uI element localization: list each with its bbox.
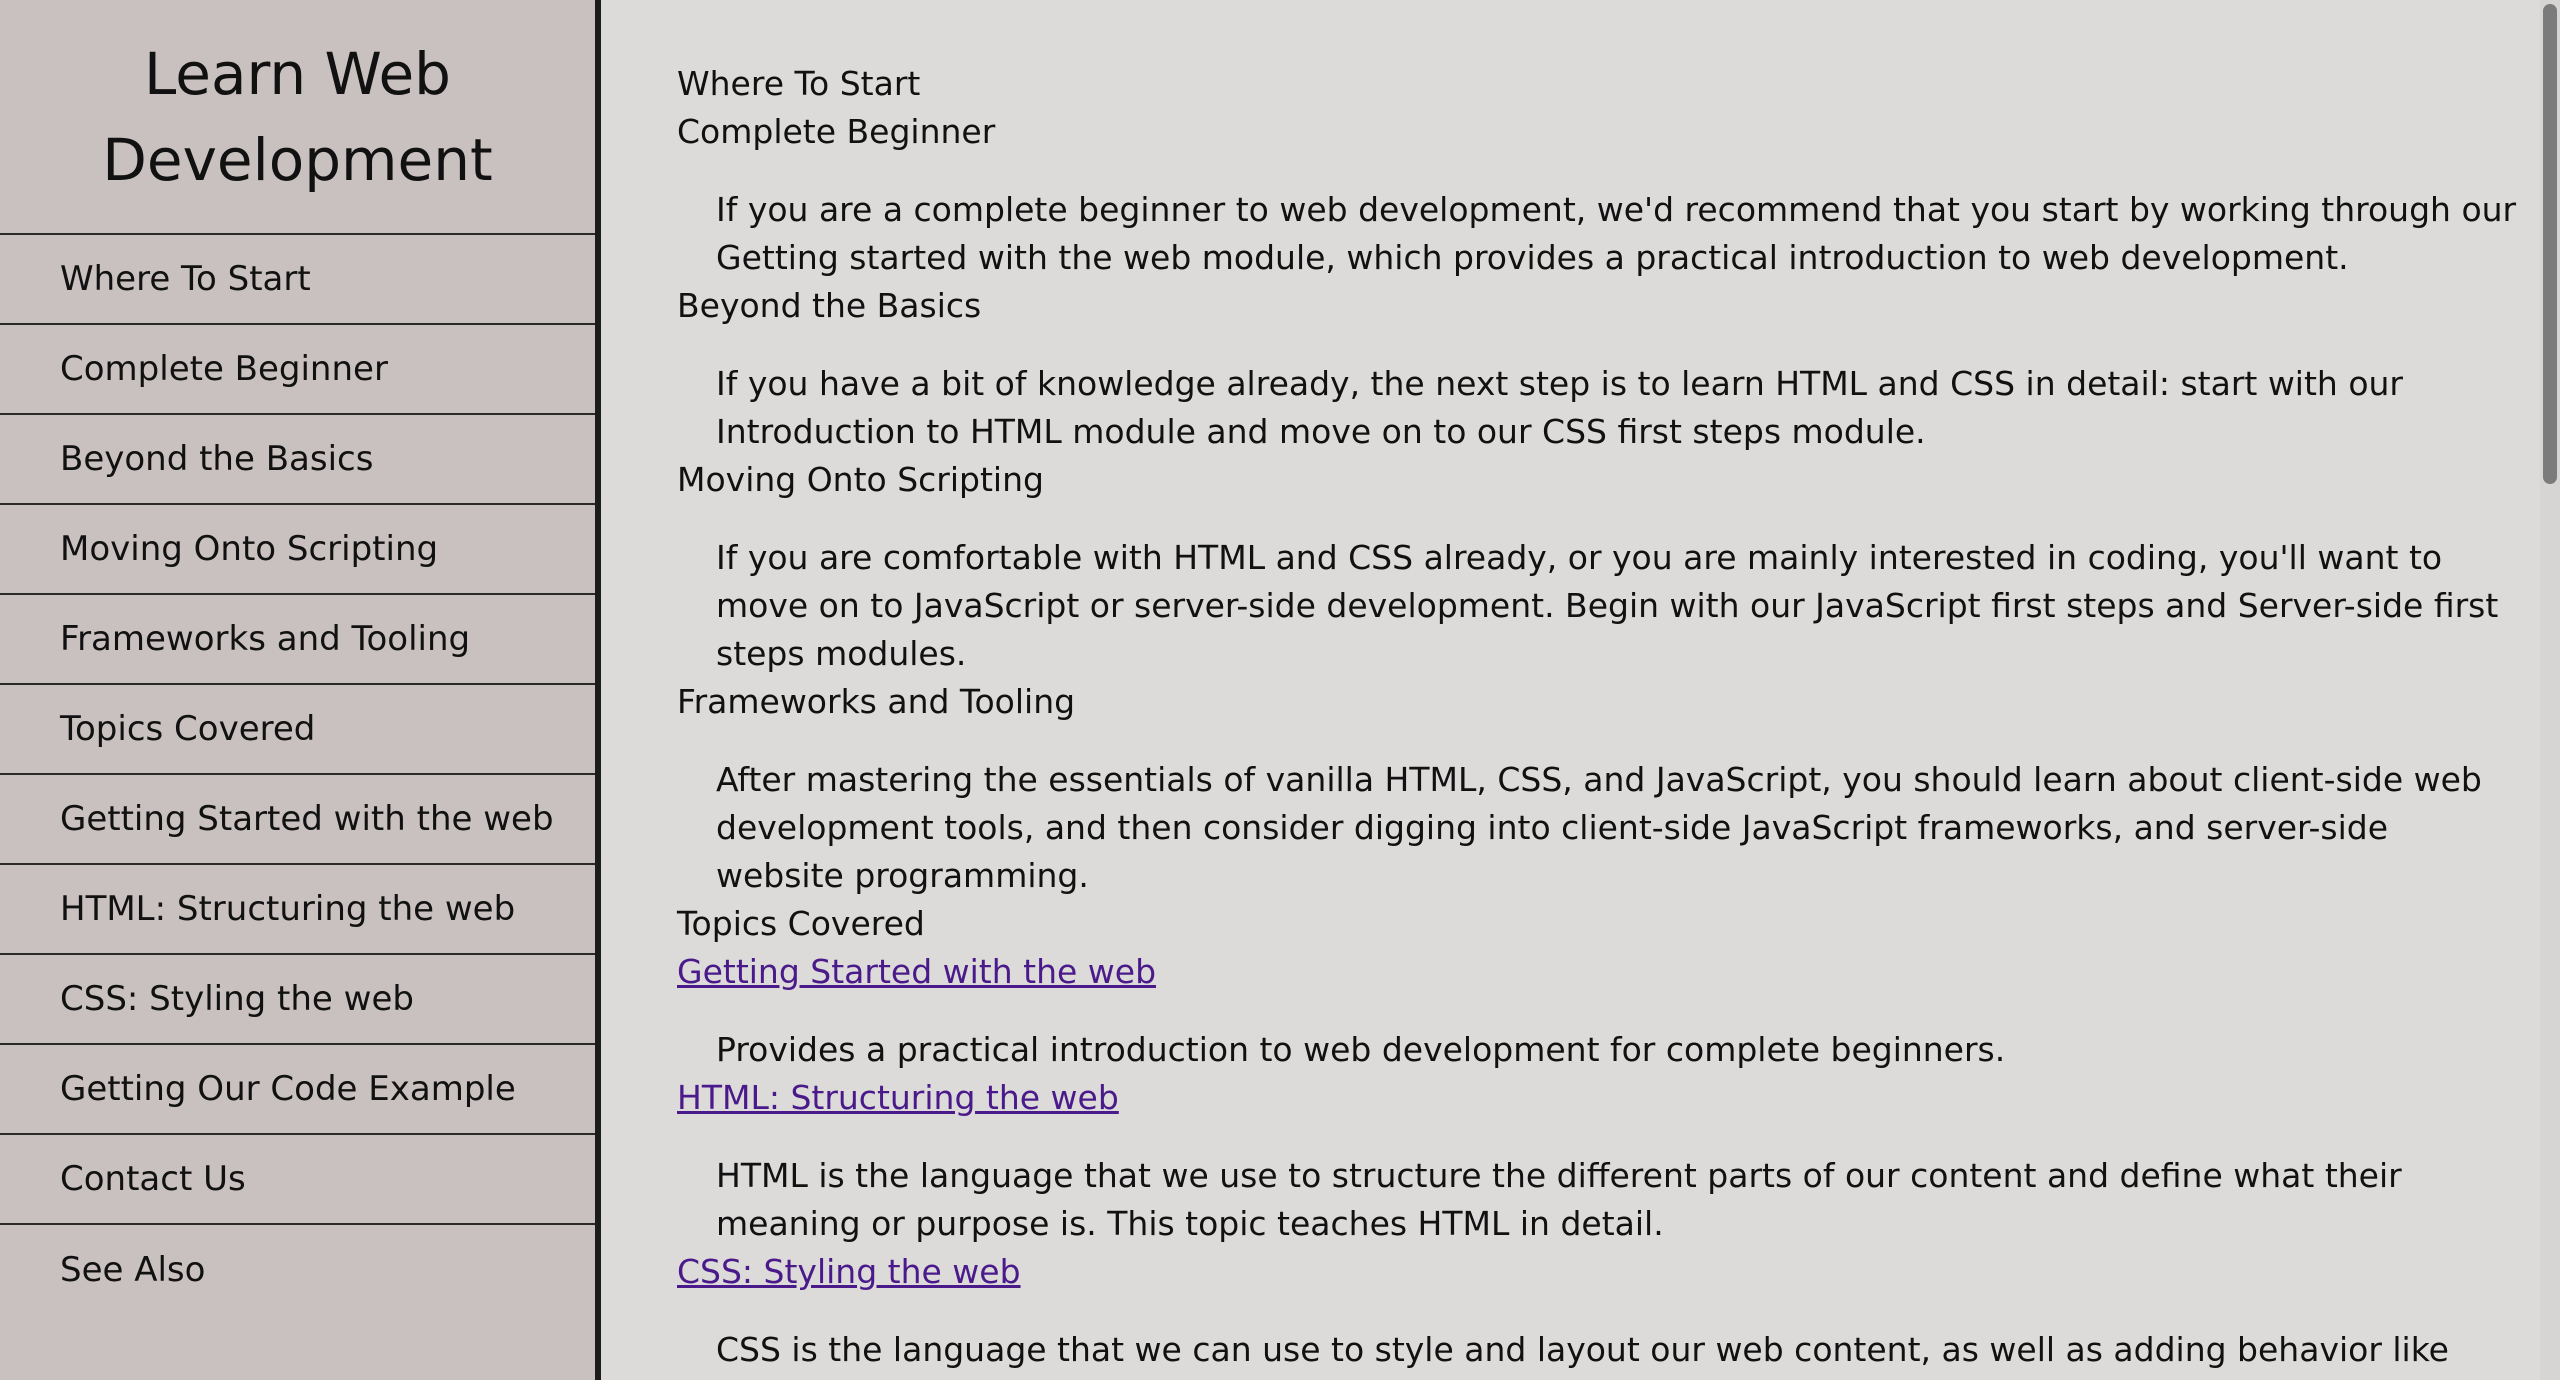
topic-link-html[interactable]: HTML: Structuring the web <box>677 1074 2517 1122</box>
sidebar-item-getting-started[interactable]: Getting Started with the web <box>0 775 595 865</box>
sidebar-item-css[interactable]: CSS: Styling the web <box>0 955 595 1045</box>
topic-link-css[interactable]: CSS: Styling the web <box>677 1248 2517 1296</box>
vertical-scrollbar[interactable] <box>2540 0 2560 1380</box>
sidebar-item-where-to-start[interactable]: Where To Start <box>0 235 595 325</box>
sidebar-item-see-also[interactable]: See Also <box>0 1225 595 1315</box>
page: Learn Web Development Where To Start Com… <box>0 0 2560 1380</box>
frameworks-text: After mastering the essentials of vanill… <box>716 760 2482 895</box>
main-content: Where To Start Complete Beginner If you … <box>677 60 2517 1374</box>
sidebar: Learn Web Development Where To Start Com… <box>0 0 601 1380</box>
topic-description: Provides a practical introduction to web… <box>716 1030 2006 1069</box>
frameworks-heading: Frameworks and Tooling <box>677 682 1076 721</box>
moving-scripting-text: If you are comfortable with HTML and CSS… <box>716 538 2499 673</box>
beyond-basics-text: If you have a bit of knowledge already, … <box>716 364 2403 451</box>
topic-link-getting-started[interactable]: Getting Started with the web <box>677 948 2517 996</box>
complete-beginner-heading: Complete Beginner <box>677 112 996 151</box>
sidebar-item-topics-covered[interactable]: Topics Covered <box>0 685 595 775</box>
sidebar-nav: Where To Start Complete Beginner Beyond … <box>0 235 595 1315</box>
topics-covered-heading: Topics Covered <box>677 904 925 943</box>
sidebar-header: Learn Web Development <box>0 0 595 235</box>
sidebar-item-code-example[interactable]: Getting Our Code Example <box>0 1045 595 1135</box>
sidebar-item-complete-beginner[interactable]: Complete Beginner <box>0 325 595 415</box>
site-title: Learn Web Development <box>102 39 493 194</box>
moving-scripting-heading: Moving Onto Scripting <box>677 460 1044 499</box>
topic-description: CSS is the language that we can use to s… <box>716 1330 2449 1369</box>
sidebar-item-moving-onto-scripting[interactable]: Moving Onto Scripting <box>0 505 595 595</box>
sidebar-item-contact-us[interactable]: Contact Us <box>0 1135 595 1225</box>
scrollbar-thumb[interactable] <box>2543 4 2557 484</box>
sidebar-item-html[interactable]: HTML: Structuring the web <box>0 865 595 955</box>
where-to-start-heading: Where To Start <box>677 64 921 103</box>
complete-beginner-text: If you are a complete beginner to web de… <box>716 190 2517 277</box>
topic-description: HTML is the language that we use to stru… <box>716 1156 2402 1243</box>
beyond-basics-heading: Beyond the Basics <box>677 286 982 325</box>
sidebar-item-frameworks-and-tooling[interactable]: Frameworks and Tooling <box>0 595 595 685</box>
sidebar-item-beyond-the-basics[interactable]: Beyond the Basics <box>0 415 595 505</box>
